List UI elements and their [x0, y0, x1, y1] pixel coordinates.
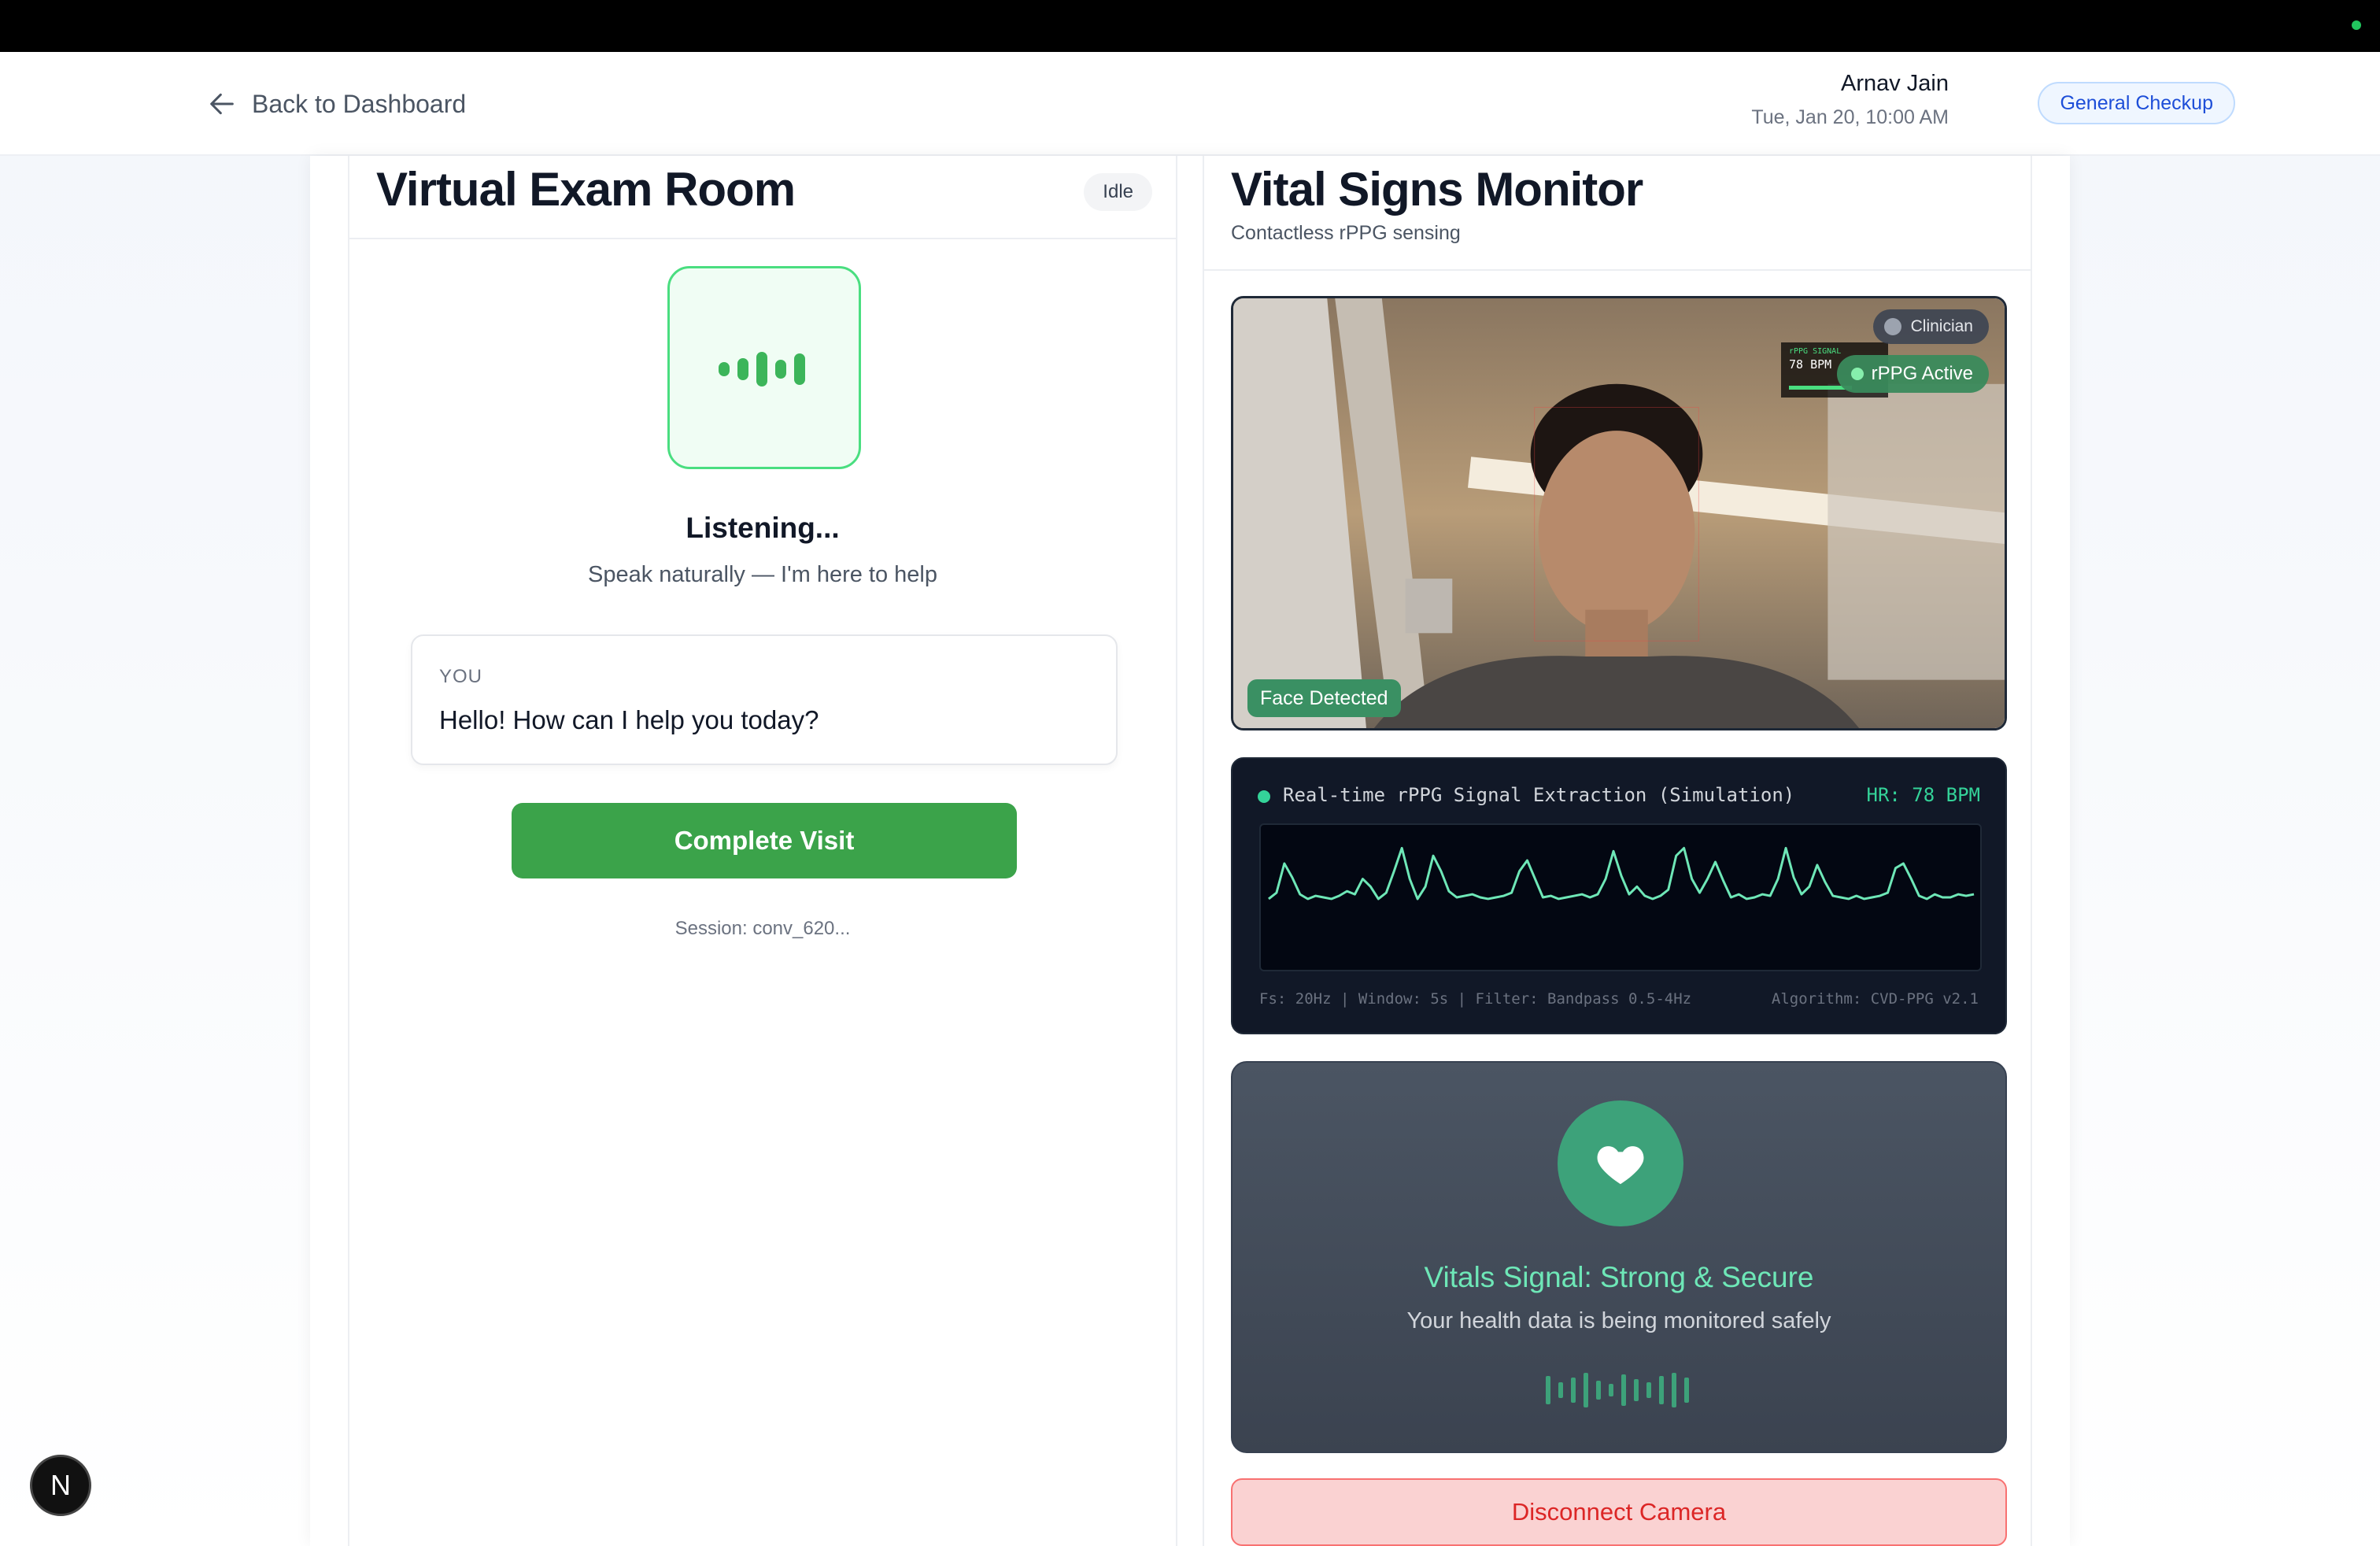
- appointment-time: Tue, Jan 20, 10:00 AM: [1751, 106, 1949, 128]
- heart-badge: [1558, 1100, 1683, 1226]
- rppg-active-label: rPPG Active: [1871, 363, 1973, 384]
- patient-info: Arnav Jain Tue, Jan 20, 10:00 AM: [1751, 71, 1949, 129]
- vitals-subtitle: Contactless rPPG sensing: [1231, 222, 1461, 244]
- signal-bars-icon: [1546, 1373, 1689, 1407]
- message-sender: YOU: [439, 666, 483, 687]
- back-to-dashboard-link[interactable]: Back to Dashboard: [206, 85, 466, 123]
- exam-room-header: Virtual Exam Room Idle: [349, 156, 1176, 239]
- vitals-monitor-panel: Vital Signs Monitor Contactless rPPG sen…: [1203, 156, 2032, 1546]
- dev-tools-badge[interactable]: N: [30, 1455, 91, 1516]
- complete-visit-button[interactable]: Complete Visit: [512, 803, 1017, 878]
- vitals-status-title: Vitals Signal: Strong & Secure: [1424, 1261, 1814, 1293]
- camera-feed: rPPG SIGNAL 78 BPM Clinician rPPG Active…: [1231, 296, 2007, 730]
- system-top-bar: [0, 0, 2380, 52]
- listening-title: Listening...: [686, 512, 840, 544]
- signal-title: Real-time rPPG Signal Extraction (Simula…: [1283, 784, 1795, 806]
- active-dot-icon: [1850, 368, 1864, 380]
- avatar: [1883, 318, 1901, 335]
- status-badge: Idle: [1084, 173, 1152, 211]
- rppg-signal-panel: Real-time rPPG Signal Extraction (Simula…: [1231, 757, 2007, 1034]
- disconnect-camera-button[interactable]: Disconnect Camera: [1231, 1478, 2007, 1546]
- message-text: Hello! How can I help you today?: [439, 705, 819, 734]
- exam-room-title: Virtual Exam Room: [376, 163, 796, 216]
- listening-subtitle: Speak naturally — I'm here to help: [588, 562, 937, 587]
- back-link-label: Back to Dashboard: [252, 89, 467, 118]
- heart-icon: [1597, 1146, 1644, 1185]
- exam-room-panel: Virtual Exam Room Idle Listening... Spea…: [348, 156, 1177, 1546]
- page-header: Back to Dashboard Arnav Jain Tue, Jan 20…: [0, 52, 2380, 156]
- rppg-active-badge: rPPG Active: [1836, 355, 1989, 393]
- status-dot-icon: [2352, 20, 2361, 30]
- clinician-badge: Clinician: [1872, 309, 1989, 344]
- face-detected-badge: Face Detected: [1247, 679, 1401, 717]
- vitals-title: Vital Signs Monitor: [1231, 163, 1643, 216]
- waveform-graph: [1268, 846, 1975, 901]
- live-dot-icon: [1258, 790, 1270, 803]
- vitals-status-card: Vitals Signal: Strong & Secure Your heal…: [1231, 1061, 2007, 1453]
- transcript-message: YOU Hello! How can I help you today?: [411, 634, 1118, 765]
- vitals-status-subtitle: Your health data is being monitored safe…: [1406, 1308, 1831, 1333]
- signal-waveform: [1259, 823, 1982, 971]
- patient-name: Arnav Jain: [1840, 71, 1949, 96]
- voice-indicator: [667, 266, 861, 469]
- heart-rate-readout: HR: 78 BPM: [1866, 784, 1981, 806]
- audio-bars-icon: [719, 352, 805, 386]
- visit-type-badge: General Checkup: [2038, 82, 2235, 124]
- clinician-label: Clinician: [1910, 317, 1973, 335]
- signal-algorithm: Algorithm: CVD-PPG v2.1: [1771, 990, 1979, 1008]
- session-id: Session: conv_620...: [674, 918, 851, 939]
- arrow-left-icon: [210, 93, 234, 115]
- vitals-header: Vital Signs Monitor Contactless rPPG sen…: [1204, 156, 2031, 271]
- signal-parameters: Fs: 20Hz | Window: 5s | Filter: Bandpass…: [1259, 990, 1692, 1008]
